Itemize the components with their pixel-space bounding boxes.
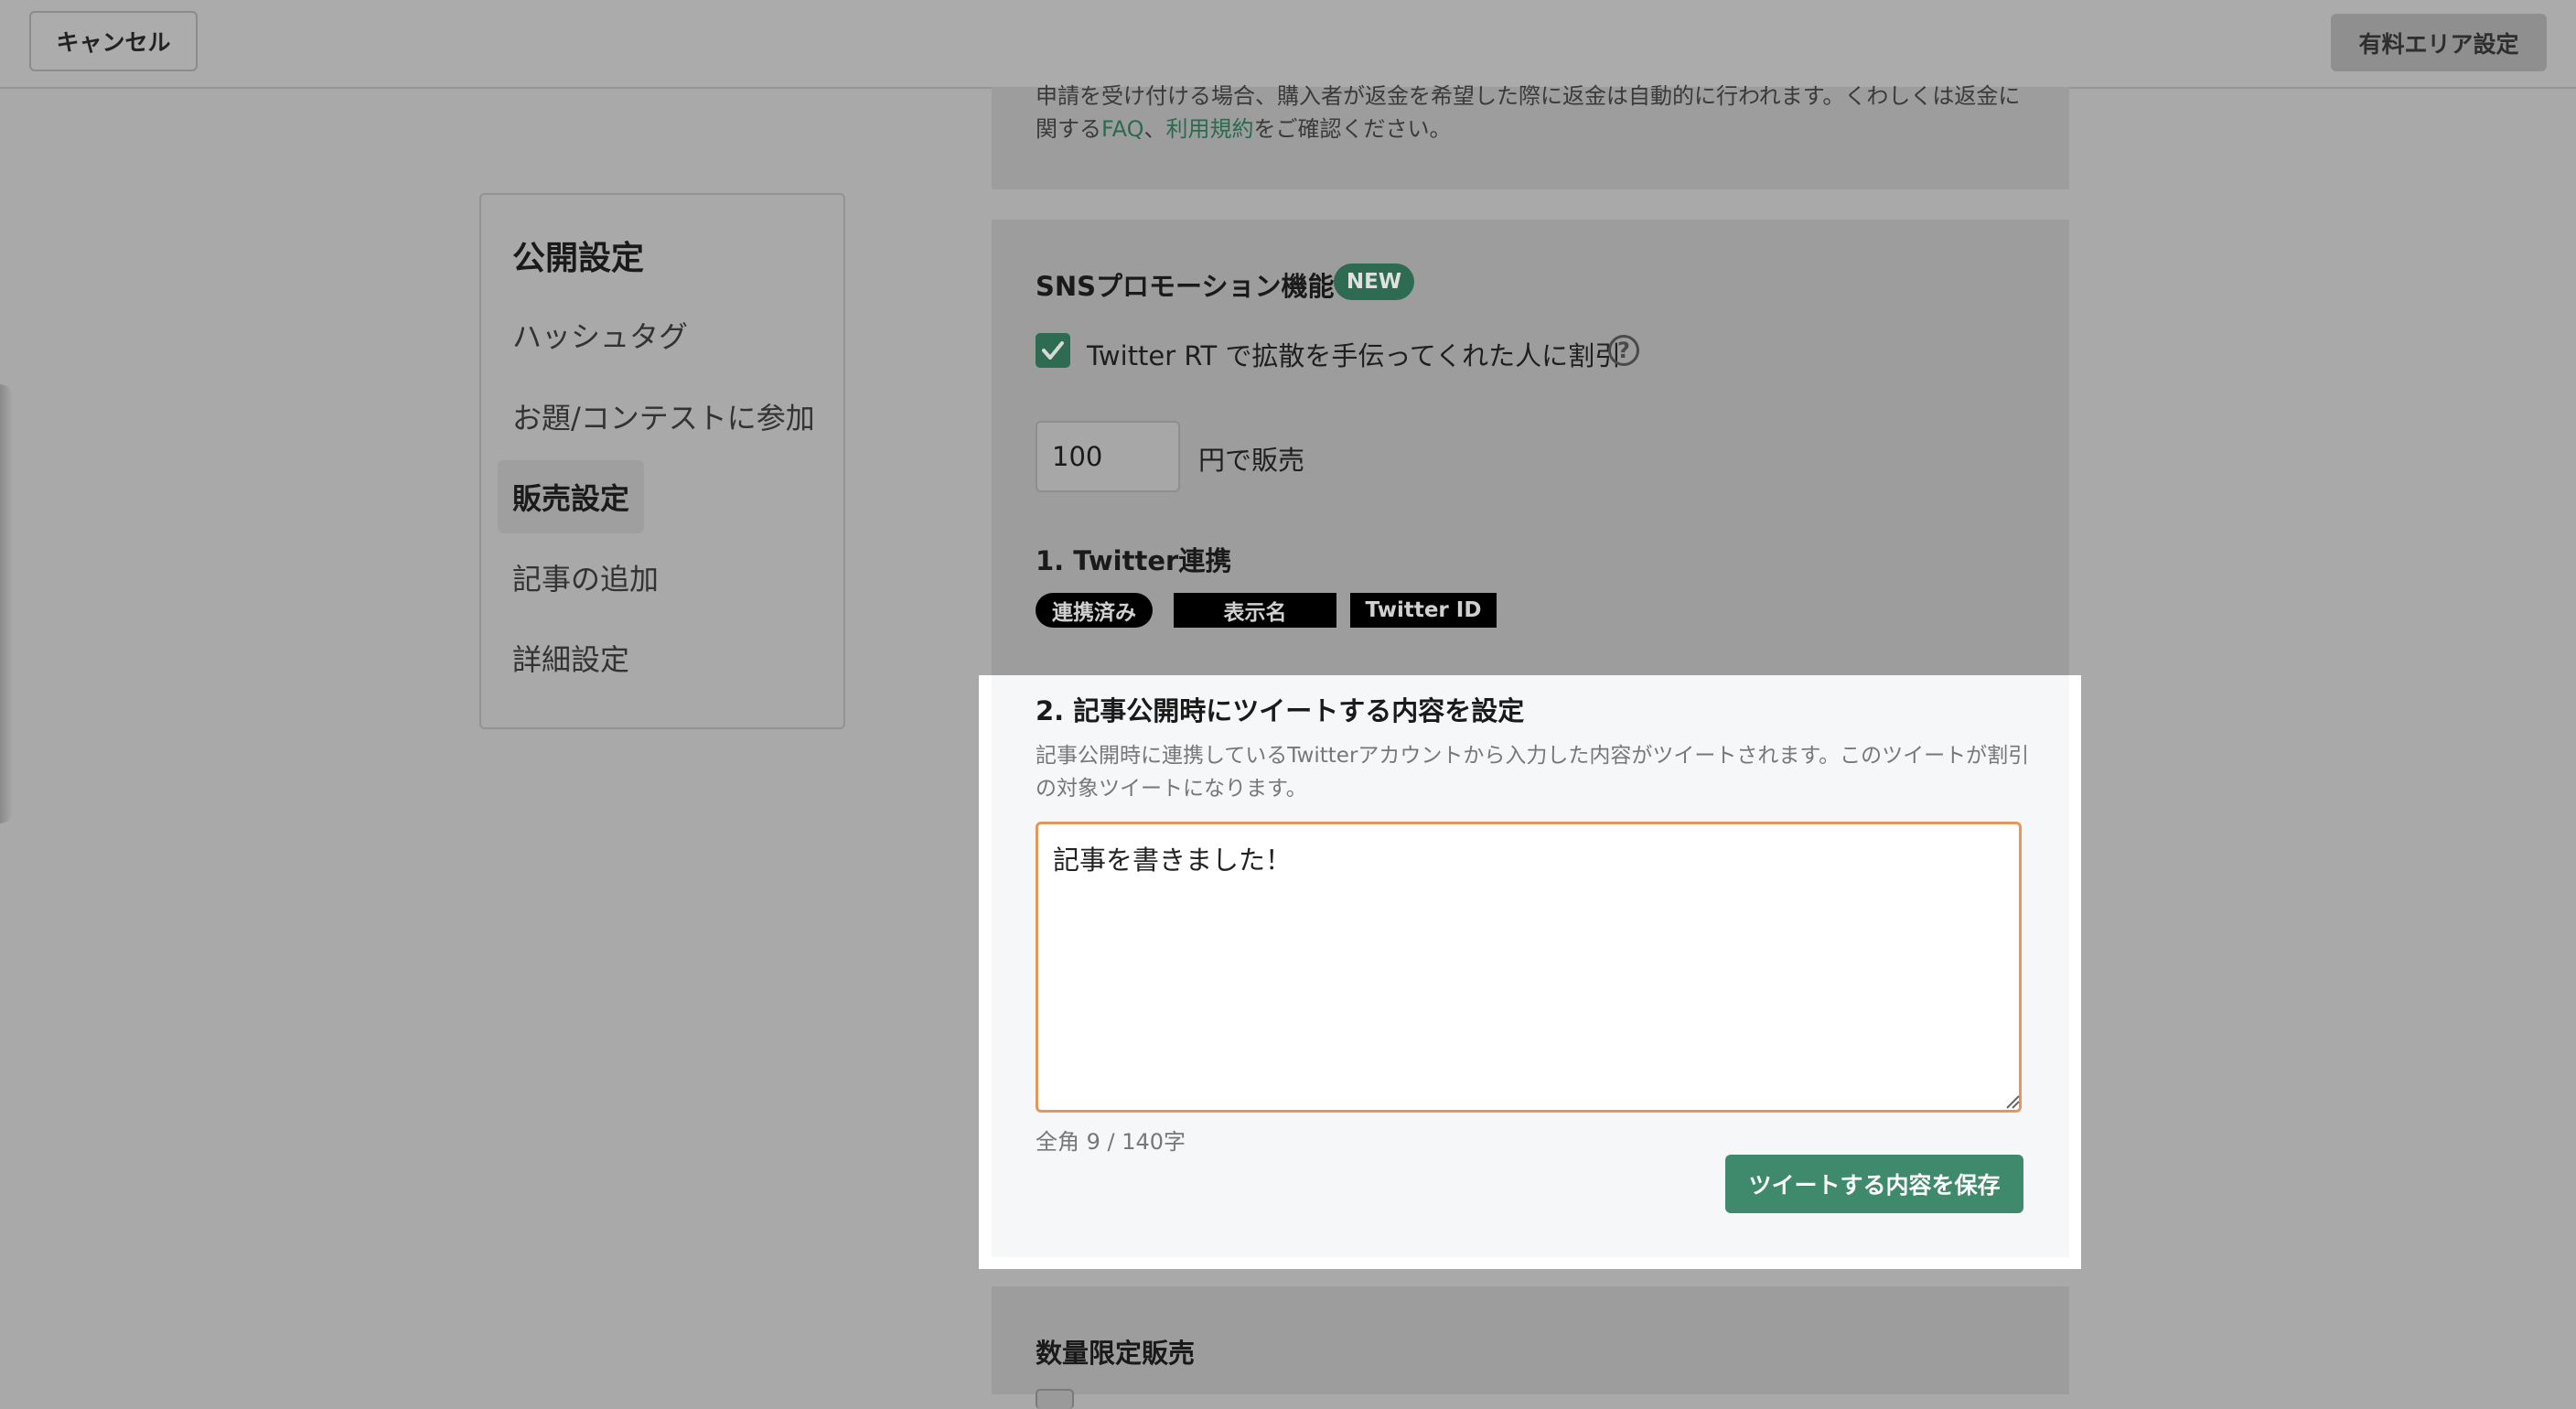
char-counter: 全角 9 / 140字 [1036, 1129, 1186, 1155]
refund-notice: 申請を受け付ける場合、購入者が返金を希望した際に返金は自動的に行われます。くわし… [1036, 80, 2033, 145]
refund-text-end: をご確認ください。 [1253, 116, 1452, 142]
price-suffix: 円で販売 [1198, 445, 1305, 476]
tweet-settings-description: 記事公開時に連携しているTwitterアカウントから入力した内容がツイートされま… [1036, 744, 2030, 801]
quantity-limit-panel: 数量限定販売 [992, 1286, 2069, 1409]
twitter-rt-label: Twitter RT で拡散を手伝ってくれた人に割引 [1087, 340, 1622, 371]
refund-separator: 、 [1143, 116, 1166, 142]
sidebar-item-hashtag[interactable]: ハッシュタグ [512, 314, 688, 356]
paid-area-settings-button[interactable]: 有料エリア設定 [2331, 14, 2547, 71]
new-badge: NEW [1334, 264, 1414, 300]
twitter-rt-checkbox[interactable] [1036, 333, 1070, 368]
tweet-text-input[interactable]: 記事を書きました！ [1036, 822, 2022, 1113]
sidebar-item-contest[interactable]: お題/コンテストに参加 [512, 395, 815, 437]
terms-link[interactable]: 利用規約 [1166, 116, 1254, 142]
sidebar-item-sales[interactable]: 販売設定 [512, 476, 629, 518]
twitter-id-label: Twitter ID [1350, 593, 1497, 628]
twitter-link-title: 1. Twitter連携 [1036, 545, 1232, 576]
tweet-settings-title: 2. 記事公開時にツイートする内容を設定 [1036, 695, 1525, 726]
checkmark-icon [1042, 341, 1064, 360]
sns-title: SNSプロモーション機能 [1036, 271, 1335, 302]
top-bar: キャンセル 有料エリア設定 [0, 0, 2576, 89]
quantity-limit-checkbox[interactable] [1036, 1389, 1074, 1409]
sidebar-item-advanced[interactable]: 詳細設定 [512, 637, 629, 679]
quantity-limit-title: 数量限定販売 [1036, 1338, 1196, 1369]
sns-promotion-panel: SNSプロモーション機能 NEW Twitter RT で拡散を手伝ってくれた人… [992, 220, 2069, 677]
save-tweet-button[interactable]: ツイートする内容を保存 [1725, 1155, 2023, 1213]
left-edge-shadow [0, 384, 13, 823]
cancel-button[interactable]: キャンセル [29, 11, 198, 71]
faq-link[interactable]: FAQ [1101, 116, 1144, 142]
resize-grip-icon[interactable] [2005, 1094, 2020, 1109]
sidebar-item-add-article[interactable]: 記事の追加 [512, 556, 659, 598]
linked-status-badge: 連携済み [1036, 593, 1153, 628]
settings-sidebar: 公開設定 ハッシュタグ お題/コンテストに参加 販売設定 記事の追加 詳細設定 [479, 193, 845, 729]
discount-price-input[interactable]: 100 [1036, 421, 1180, 492]
question-circle-icon[interactable]: ? [1608, 335, 1639, 366]
sidebar-title: 公開設定 [512, 240, 645, 277]
refund-panel: 申請を受け付ける場合、購入者が返金を希望した際に返金は自動的に行われます。くわし… [992, 83, 2069, 189]
display-name-label: 表示名 [1174, 593, 1336, 628]
